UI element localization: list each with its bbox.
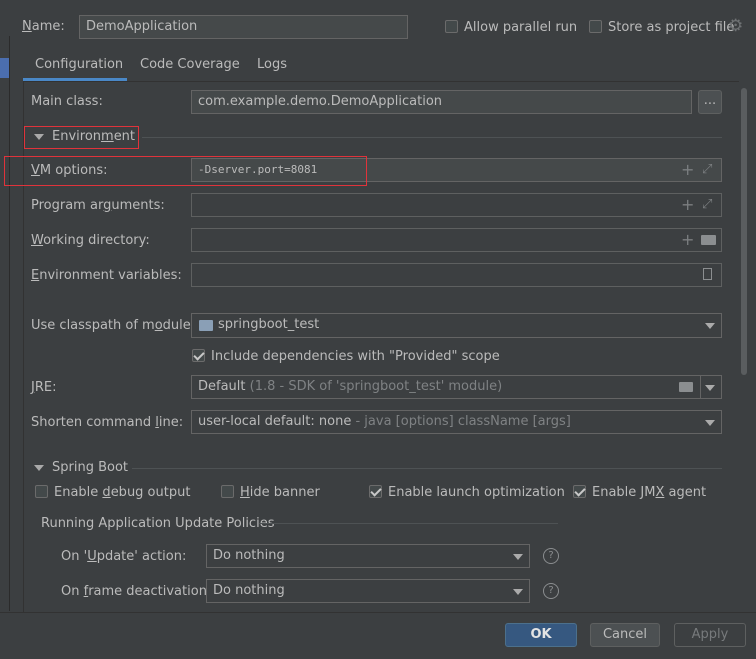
program-arguments-label: Program arguments:: [31, 198, 165, 213]
jre-divider: [700, 376, 701, 398]
frame-deactivation-value: Do nothing: [213, 583, 285, 598]
frame-deactivation-select[interactable]: Do nothing: [206, 579, 530, 603]
chevron-down-icon[interactable]: [705, 385, 715, 391]
tab-configuration[interactable]: Configuration: [35, 57, 123, 73]
browse-main-class-button[interactable]: ...: [698, 90, 722, 114]
name-label: Name:: [22, 19, 65, 34]
main-class-label: Main class:: [31, 94, 103, 109]
shorten-command-label: Shorten command line:: [31, 415, 184, 430]
module-folder-icon: [199, 320, 213, 331]
include-dependencies-checkbox[interactable]: [192, 349, 205, 362]
launch-optimization-checkbox[interactable]: [369, 485, 382, 498]
hide-banner-label[interactable]: Hide banner: [240, 485, 320, 501]
cancel-button[interactable]: Cancel: [590, 623, 660, 647]
allow-parallel-label[interactable]: Allow parallel run: [464, 20, 577, 36]
frame-deactivation-label: On frame deactivation:: [61, 584, 212, 599]
apply-button[interactable]: Apply: [674, 623, 746, 647]
footer-divider: [0, 612, 756, 613]
spring-boot-divider: [132, 468, 722, 469]
working-directory-label: Working directory:: [31, 233, 150, 248]
environment-variables-label: Environment variables:: [31, 268, 182, 283]
enable-debug-label[interactable]: Enable debug output: [54, 485, 190, 501]
launch-optimization-label[interactable]: Enable launch optimization: [388, 485, 565, 501]
update-action-label: On 'Update' action:: [61, 549, 187, 564]
shorten-command-value: user-local default: none: [198, 414, 352, 429]
jre-label: JRE:: [31, 380, 57, 395]
update-action-select[interactable]: Do nothing: [206, 544, 530, 568]
jre-select[interactable]: Default (1.8 - SDK of 'springboot_test' …: [191, 375, 722, 399]
gear-icon[interactable]: ⚙: [728, 17, 743, 35]
shorten-command-select[interactable]: user-local default: none - java [options…: [191, 410, 722, 434]
chevron-down-icon: [513, 589, 523, 595]
classpath-label: Use classpath of module:: [31, 318, 196, 333]
vm-options-add-icon[interactable]: +: [681, 162, 694, 178]
jre-value: Default: [198, 379, 246, 394]
program-arguments-add-icon[interactable]: +: [681, 197, 694, 213]
ok-button[interactable]: OK: [505, 623, 577, 647]
chevron-down-icon: [705, 323, 715, 329]
vm-options-expand-icon[interactable]: ⤢: [702, 163, 712, 177]
folder-icon[interactable]: [701, 235, 716, 245]
shorten-command-detail: - java [options] className [args]: [355, 414, 571, 429]
sidebar-selection-marker: [0, 58, 9, 78]
store-project-label[interactable]: Store as project file: [608, 20, 734, 36]
working-directory-add-icon[interactable]: +: [681, 232, 694, 248]
store-project-checkbox[interactable]: [589, 20, 602, 33]
allow-parallel-checkbox[interactable]: [445, 20, 458, 33]
program-arguments-input[interactable]: [191, 193, 722, 217]
program-arguments-expand-icon[interactable]: ⤢: [702, 198, 712, 212]
update-action-help-icon[interactable]: ?: [543, 548, 559, 564]
enable-debug-checkbox[interactable]: [35, 485, 48, 498]
hide-banner-checkbox[interactable]: [221, 485, 234, 498]
working-directory-input[interactable]: [191, 228, 722, 252]
chevron-down-icon: [513, 554, 523, 560]
jre-folder-icon[interactable]: [679, 382, 693, 392]
name-input[interactable]: DemoApplication: [79, 15, 408, 39]
environment-highlight-box: [24, 126, 139, 149]
jmx-agent-label[interactable]: Enable JMX agent: [592, 485, 706, 501]
classpath-module-value: springboot_test: [218, 317, 320, 332]
jre-detail: (1.8 - SDK of 'springboot_test' module): [249, 379, 503, 394]
include-dependencies-label[interactable]: Include dependencies with "Provided" sco…: [211, 349, 500, 365]
left-sidebar-edge: [0, 36, 10, 611]
environment-divider: [142, 137, 722, 138]
update-action-value: Do nothing: [213, 548, 285, 563]
chevron-down-icon: [705, 420, 715, 426]
jmx-agent-checkbox[interactable]: [573, 485, 586, 498]
frame-deactivation-help-icon[interactable]: ?: [543, 583, 559, 599]
vm-options-highlight-box: [4, 156, 367, 186]
spring-boot-section-label[interactable]: Spring Boot: [52, 460, 128, 476]
scrollbar-thumb[interactable]: [741, 88, 747, 375]
policies-label: Running Application Update Policies: [41, 516, 275, 531]
main-class-input[interactable]: com.example.demo.DemoApplication: [191, 90, 692, 114]
classpath-module-select[interactable]: springboot_test: [191, 313, 722, 338]
document-icon[interactable]: [703, 268, 712, 280]
environment-variables-input[interactable]: [191, 263, 722, 287]
spring-boot-collapse-arrow[interactable]: [34, 465, 44, 471]
tab-logs[interactable]: Logs: [257, 57, 287, 73]
tab-code-coverage[interactable]: Code Coverage: [140, 57, 240, 73]
policies-divider: [259, 523, 558, 524]
